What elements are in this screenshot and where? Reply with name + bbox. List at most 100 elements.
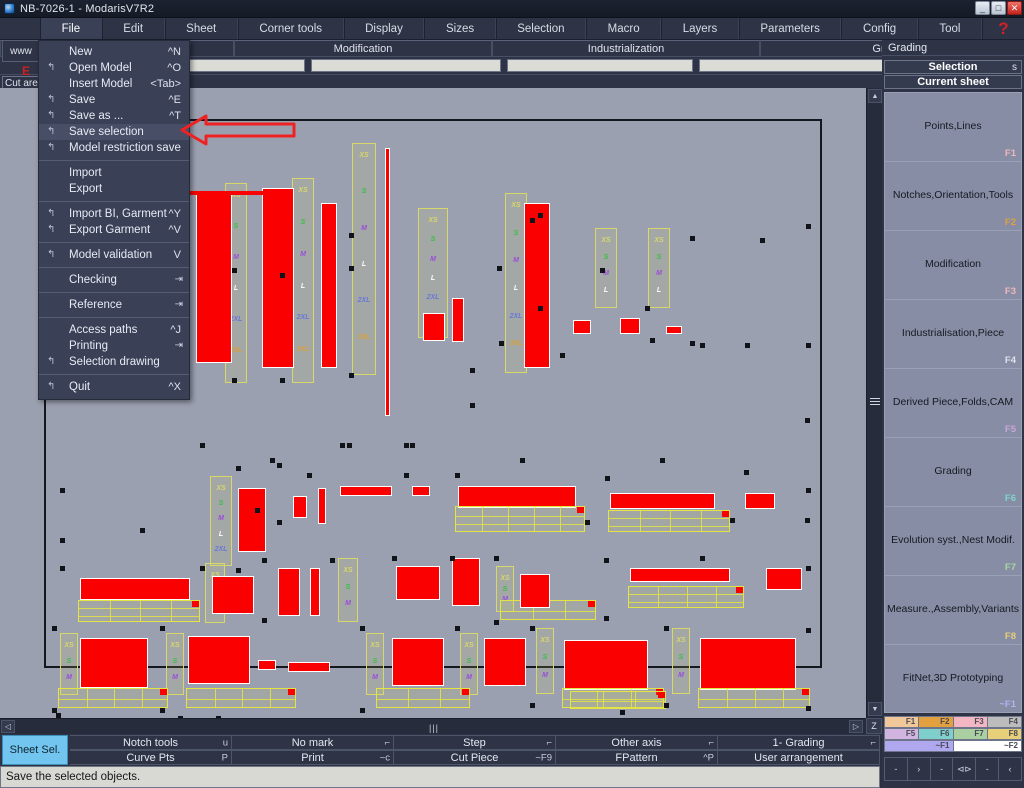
pattern-piece[interactable] — [484, 638, 526, 686]
selection-handle[interactable] — [277, 520, 282, 525]
selection-handle[interactable] — [280, 273, 285, 278]
file-menu-item-insert-model[interactable]: Insert Model <Tab> — [39, 76, 189, 92]
selection-handle[interactable] — [262, 618, 267, 623]
file-menu-item-reference[interactable]: Reference ⇥ — [39, 297, 189, 313]
size-grading-card[interactable]: XS S M L 2XL 3XL — [352, 143, 376, 375]
selection-handle[interactable] — [200, 443, 205, 448]
swatch-F1[interactable]: F1 — [884, 716, 919, 728]
file-menu-item-model-restriction-save[interactable]: ↰ Model restriction save — [39, 140, 189, 156]
size-grading-card[interactable]: XS S M — [460, 633, 478, 695]
scroll-down-icon[interactable]: ▼ — [868, 702, 882, 716]
selection-handle[interactable] — [160, 708, 165, 713]
file-menu-item-export[interactable]: Export — [39, 181, 189, 197]
selection-handle[interactable] — [494, 620, 499, 625]
selection-handle[interactable] — [236, 466, 241, 471]
nested-size-stack[interactable] — [608, 510, 730, 532]
menu-item-tool[interactable]: Tool — [917, 18, 982, 39]
file-menu-item-import[interactable]: Import — [39, 165, 189, 181]
close-button[interactable]: ✕ — [1007, 1, 1022, 15]
size-grading-card[interactable]: XS S M — [366, 633, 384, 695]
selection-handle[interactable] — [805, 518, 810, 523]
file-menu-item-import-bi-garment[interactable]: ↰ Import BI, Garment ^Y — [39, 206, 189, 222]
selection-handle[interactable] — [232, 268, 237, 273]
selection-handle[interactable] — [270, 458, 275, 463]
bt-step[interactable]: Step ⌐ — [394, 735, 556, 750]
selection-handle[interactable] — [470, 368, 475, 373]
pattern-piece[interactable] — [630, 568, 730, 582]
selection-handle[interactable] — [232, 378, 237, 383]
menu-item-layers[interactable]: Layers — [661, 18, 739, 39]
nested-size-stack[interactable] — [455, 506, 585, 532]
selection-handle[interactable] — [160, 626, 165, 631]
nested-size-stack[interactable] — [78, 600, 200, 622]
bt-no-mark[interactable]: No mark ⌐ — [232, 735, 394, 750]
selection-handle[interactable] — [745, 343, 750, 348]
pattern-piece[interactable] — [573, 320, 591, 334]
nested-size-stack[interactable] — [698, 688, 810, 708]
swatch-~F2[interactable]: ~F2 — [952, 740, 1022, 752]
selection-handle[interactable] — [538, 213, 543, 218]
nested-size-stack[interactable] — [570, 691, 666, 709]
selection-handle[interactable] — [530, 218, 535, 223]
tool-tab-industrialization[interactable]: Industrialization — [492, 40, 760, 57]
bt-curve-pts[interactable]: Curve Pts P — [70, 750, 232, 765]
selection-handle[interactable] — [255, 508, 260, 513]
pattern-piece[interactable] — [423, 313, 445, 341]
selection-handle[interactable] — [60, 566, 65, 571]
file-menu-item-printing[interactable]: Printing ⇥ — [39, 338, 189, 354]
scroll-right-icon[interactable]: ▷ — [849, 720, 863, 733]
selection-handle[interactable] — [620, 710, 625, 715]
selection-handle[interactable] — [494, 556, 499, 561]
selection-handle[interactable] — [520, 458, 525, 463]
pattern-piece[interactable] — [458, 486, 576, 508]
selection-handle[interactable] — [60, 488, 65, 493]
swatch-F7[interactable]: F7 — [952, 728, 987, 740]
selection-handle[interactable] — [690, 341, 695, 346]
sidebar-current-sheet-button[interactable]: Current sheet — [884, 75, 1022, 89]
selection-handle[interactable] — [560, 353, 565, 358]
bt-user-arrangement[interactable]: User arrangement — [718, 750, 880, 765]
tool-field-3[interactable] — [507, 59, 693, 72]
pattern-piece[interactable] — [278, 568, 300, 616]
selection-handle[interactable] — [455, 626, 460, 631]
selection-handle[interactable] — [60, 538, 65, 543]
menu-item-corner-tools[interactable]: Corner tools — [237, 18, 344, 39]
pattern-piece[interactable] — [262, 188, 294, 368]
swatch-F2[interactable]: F2 — [918, 716, 953, 728]
selection-handle[interactable] — [392, 556, 397, 561]
selection-handle[interactable] — [497, 266, 502, 271]
pattern-piece[interactable] — [293, 496, 307, 518]
www-button[interactable]: www — [2, 40, 40, 62]
selection-handle[interactable] — [404, 473, 409, 478]
mini-toolbar-button-0[interactable]: - — [884, 757, 907, 781]
pattern-piece[interactable] — [610, 493, 715, 509]
minimize-button[interactable]: _ — [975, 1, 990, 15]
selection-handle[interactable] — [307, 473, 312, 478]
file-menu-item-save[interactable]: ↰ Save ^E — [39, 92, 189, 108]
selection-handle[interactable] — [730, 518, 735, 523]
selection-handle[interactable] — [262, 558, 267, 563]
nested-size-stack[interactable] — [58, 688, 168, 708]
pattern-piece[interactable] — [310, 568, 320, 616]
sidebar-button-8[interactable]: FitNet,3D Prototyping ~F1 — [884, 644, 1022, 713]
selection-handle[interactable] — [806, 628, 811, 633]
selection-handle[interactable] — [349, 266, 354, 271]
pattern-piece[interactable] — [700, 638, 796, 690]
sidebar-button-3[interactable]: Industrialisation,Piece F4 — [884, 299, 1022, 368]
selection-handle[interactable] — [455, 473, 460, 478]
tool-tab-modification[interactable]: Modification — [234, 40, 492, 57]
selection-handle[interactable] — [645, 306, 650, 311]
nested-size-stack[interactable] — [628, 586, 744, 608]
sidebar-button-5[interactable]: Grading F6 — [884, 437, 1022, 506]
pattern-piece[interactable] — [520, 574, 550, 608]
file-menu-item-access-paths[interactable]: Access paths ^J — [39, 322, 189, 338]
menu-item-sheet[interactable]: Sheet — [164, 18, 238, 39]
selection-handle[interactable] — [805, 418, 810, 423]
swatch-F3[interactable]: F3 — [952, 716, 987, 728]
pattern-piece[interactable] — [396, 566, 440, 600]
sidebar-button-4[interactable]: Derived Piece,Folds,CAM F5 — [884, 368, 1022, 437]
bt-notch-tools[interactable]: Notch tools u — [70, 735, 232, 750]
pattern-piece[interactable] — [258, 660, 276, 670]
selection-handle[interactable] — [744, 470, 749, 475]
selection-handle[interactable] — [530, 626, 535, 631]
